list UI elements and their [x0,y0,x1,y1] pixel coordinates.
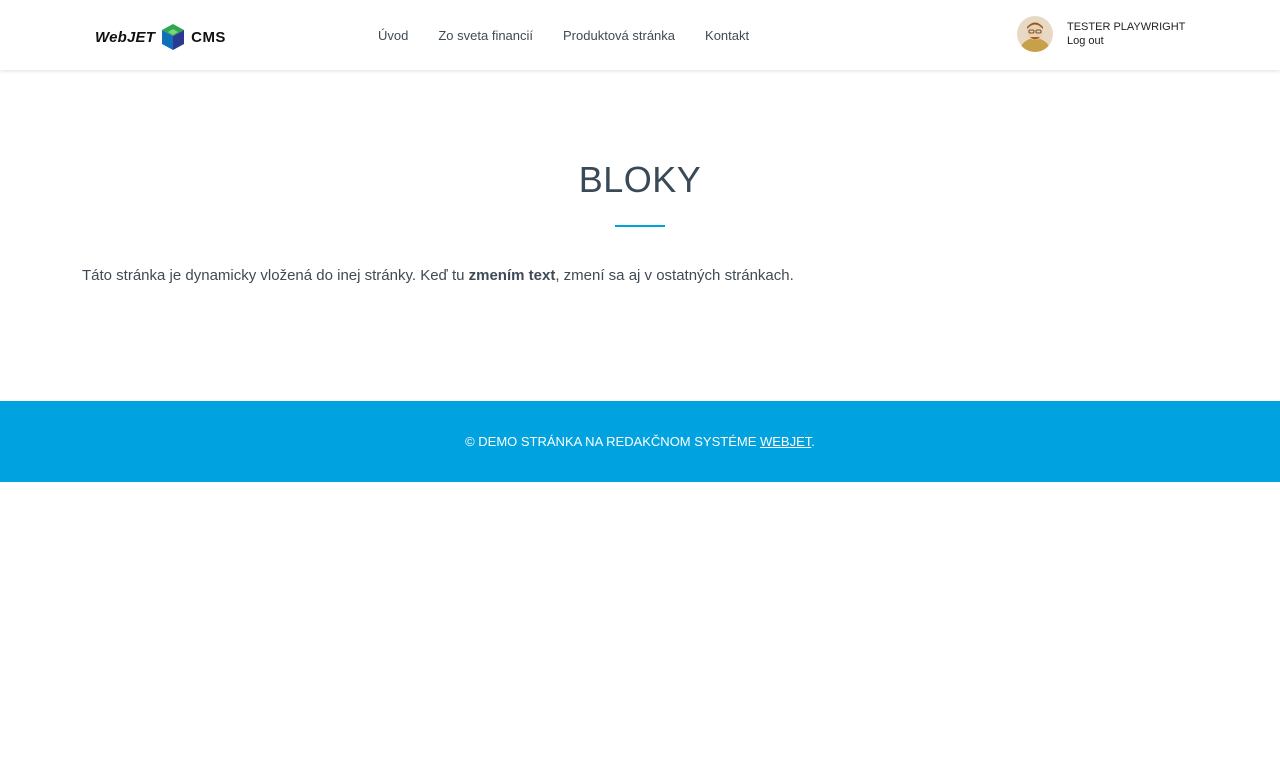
paragraph-text-start: Táto stránka je dynamicky vložená do ine… [82,267,469,284]
footer-copyright-text: © DEMO STRÁNKA NA REDAKČNOM SYSTÉME WEBJ… [465,434,815,449]
footer-text-end: . [811,434,815,449]
user-info: TESTER PLAYWRIGHT Log out [1067,20,1185,48]
paragraph-text-end: , zmení sa aj v ostatných stránkach. [555,267,794,284]
user-panel: TESTER PLAYWRIGHT Log out [1017,16,1185,52]
user-avatar[interactable] [1017,16,1053,52]
nav-item-zo-sveta-financii[interactable]: Zo sveta financií [438,28,533,43]
user-name: TESTER PLAYWRIGHT [1067,21,1186,33]
nav-item-kontakt[interactable]: Kontakt [705,28,749,43]
cube-logo-icon [162,24,185,50]
title-underline [615,225,665,227]
main-content: BLOKY Táto stránka je dynamicky vložená … [0,70,1280,401]
logo-text-cms: CMS [191,28,226,46]
webjet-cms-logo[interactable]: WebJET CMS [95,22,235,52]
logout-link[interactable]: Log out [1067,34,1185,48]
paragraph-bold-text: zmením text [468,267,556,284]
site-footer: © DEMO STRÁNKA NA REDAKČNOM SYSTÉME WEBJ… [0,401,1280,482]
page-paragraph: Táto stránka je dynamicky vložená do ine… [82,267,794,284]
page-title: BLOKY [578,159,702,200]
user-avatar-icon [1017,16,1053,52]
main-navigation: Úvod Zo sveta financií Produktová stránk… [378,0,779,70]
footer-webjet-link[interactable]: WEBJET [760,434,811,449]
site-header: WebJET CMS Úvod Zo sveta financií Produk… [0,0,1280,70]
logo-text-webjet: WebJET [95,28,156,46]
nav-item-uvod[interactable]: Úvod [378,28,408,43]
footer-text: © DEMO STRÁNKA NA REDAKČNOM SYSTÉME [465,434,760,449]
nav-item-produktova-stranka[interactable]: Produktová stránka [563,28,675,43]
